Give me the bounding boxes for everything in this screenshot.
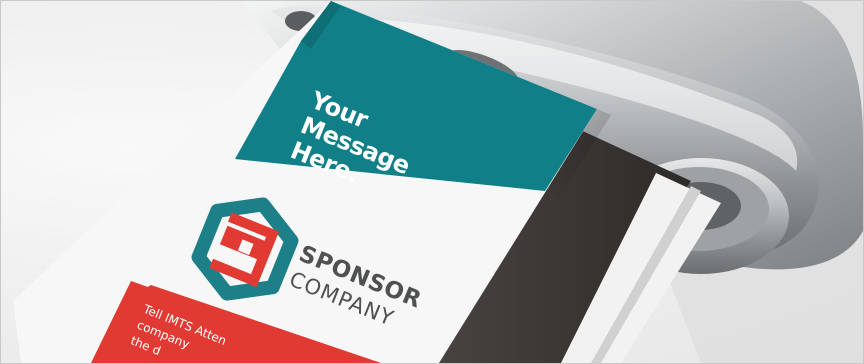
photo-frame: Your Message Here. SPONSOR COMPANY Tell … [0, 0, 864, 364]
door-handle-photo [1, 1, 863, 363]
interlocking-s-hexagon-logo [191, 197, 299, 301]
